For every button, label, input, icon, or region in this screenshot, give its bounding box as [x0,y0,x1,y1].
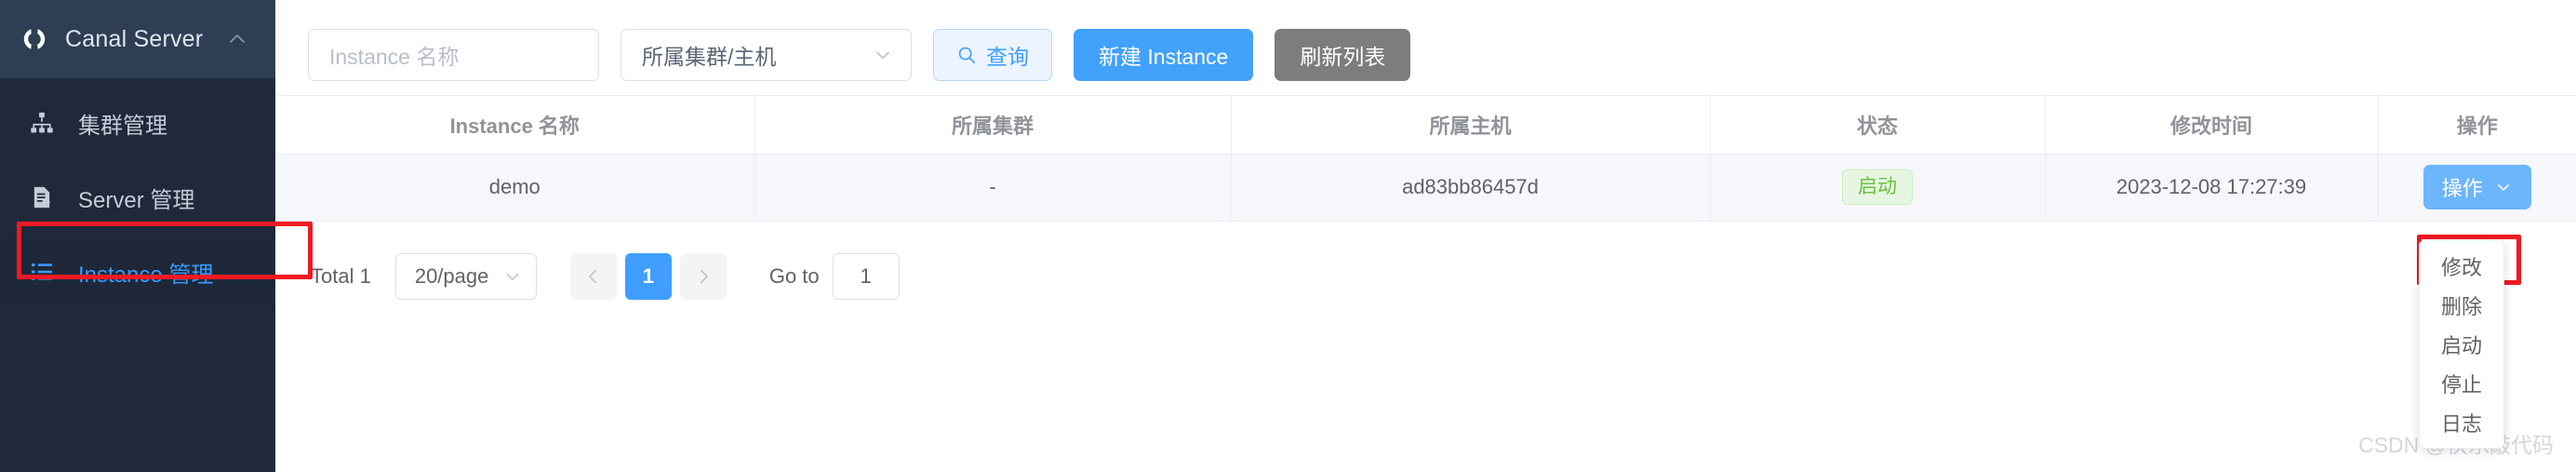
refresh-list-button[interactable]: 刷新列表 [1275,28,1411,81]
sidebar: Canal Server 集群管理 Server 管理 Instance 管理 [0,0,275,472]
search-icon [956,45,977,65]
filter-toolbar: Instance 名称 所属集群/主机 查询 新建 Instance 刷新列表 [275,0,2576,86]
pagination-goto-label: Go to [768,263,820,288]
chevron-down-icon [502,266,523,287]
list-icon [28,258,56,286]
cell-operation: 操作 [2377,154,2576,222]
row-action-menu: 修改 删除 启动 停止 日志 [2419,240,2504,449]
pagination-page-1[interactable]: 1 [624,252,672,300]
sidebar-menu: 集群管理 Server 管理 Instance 管理 [0,78,275,309]
sidebar-item-label: Instance 管理 [78,262,214,288]
instance-table: Instance 名称 所属集群 所属主机 状态 修改时间 操作 demo - … [275,96,2576,222]
query-button[interactable]: 查询 [933,28,1052,81]
cluster-host-select-value: 所属集群/主机 [642,44,777,69]
main-content: Instance 名称 所属集群/主机 查询 新建 Instance 刷新列表 … [275,0,2576,472]
menu-item-stop[interactable]: 停止 [2420,364,2503,403]
instance-name-input[interactable]: Instance 名称 [308,28,599,81]
page-size-value: 20/page [414,263,489,288]
cell-cluster: - [754,154,1231,222]
chevron-down-icon [872,44,894,66]
chevron-left-icon [583,266,604,287]
chevron-right-icon [693,266,714,287]
instance-table-container: Instance 名称 所属集群 所属主机 状态 修改时间 操作 demo - … [275,95,2576,222]
column-header-operation: 操作 [2377,96,2576,155]
brand-title: Canal Server [65,25,204,52]
cell-modified-time: 2023-12-08 17:27:39 [2044,154,2378,222]
cluster-host-select[interactable]: 所属集群/主机 [621,28,912,81]
sitemap-icon [28,109,56,137]
sidebar-item-label: 集群管理 [78,113,167,139]
pagination-next-button[interactable] [679,252,727,300]
sidebar-item-instance-management[interactable]: Instance 管理 [0,235,275,309]
sidebar-brand-header[interactable]: Canal Server [0,0,275,78]
pagination-prev-button[interactable] [569,252,617,300]
row-action-dropdown-button[interactable]: 操作 [2423,165,2531,209]
table-row[interactable]: demo - ad83bb86457d 启动 2023-12-08 17:27:… [275,154,2576,222]
menu-item-delete[interactable]: 删除 [2420,286,2503,325]
pagination: Total 1 20/page 1 Go to 1 [275,222,2576,300]
pagination-nav: 1 [569,252,727,300]
menu-item-log[interactable]: 日志 [2420,403,2503,442]
query-button-label: 查询 [986,44,1029,69]
canal-admin-page: Canal Server 集群管理 Server 管理 Instance 管理 … [0,0,2576,472]
chevron-down-icon [2494,178,2513,196]
instance-name-input-placeholder: Instance 名称 [329,44,460,69]
menu-item-start[interactable]: 启动 [2420,325,2503,364]
pagination-total: Total 1 [311,263,371,288]
table-header-row: Instance 名称 所属集群 所属主机 状态 修改时间 操作 [275,96,2576,155]
pagination-goto: Go to 1 [768,252,900,300]
cell-host: ad83bb86457d [1230,154,1710,222]
column-header-cluster: 所属集群 [754,96,1231,155]
column-header-instance-name: Instance 名称 [275,96,754,155]
sidebar-item-server-management[interactable]: Server 管理 [0,160,275,235]
canal-logo-icon [20,25,48,53]
chevron-up-icon[interactable] [225,27,249,51]
create-instance-button[interactable]: 新建 Instance [1074,28,1254,81]
refresh-list-button-label: 刷新列表 [1300,44,1386,69]
cell-instance-name: demo [275,154,754,222]
column-header-host: 所属主机 [1230,96,1710,155]
column-header-status: 状态 [1709,96,2045,155]
cell-status: 启动 [1709,154,2045,222]
table-body: demo - ad83bb86457d 启动 2023-12-08 17:27:… [275,154,2576,222]
create-instance-button-label: 新建 Instance [1099,44,1229,69]
page-size-select[interactable]: 20/page [394,252,537,300]
sidebar-item-cluster-management[interactable]: 集群管理 [0,86,275,160]
sidebar-item-label: Server 管理 [78,187,195,213]
column-header-modified-time: 修改时间 [2044,96,2378,155]
row-action-button-label: 操作 [2441,177,2483,200]
document-edit-icon [28,183,56,211]
pagination-goto-input[interactable]: 1 [832,252,900,300]
menu-item-modify[interactable]: 修改 [2420,247,2503,286]
status-badge: 启动 [1842,169,1913,206]
table-head: Instance 名称 所属集群 所属主机 状态 修改时间 操作 [275,96,2576,155]
